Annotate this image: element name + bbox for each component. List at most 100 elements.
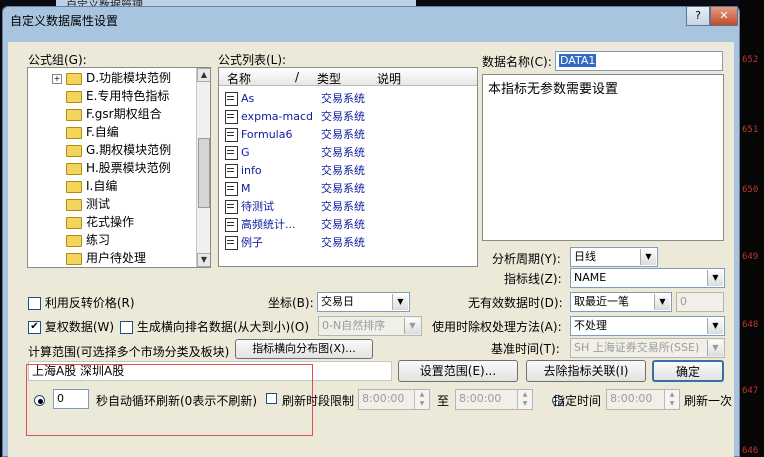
tree-item[interactable]: + D.功能模块范例 bbox=[52, 69, 171, 87]
tree-item[interactable]: F.自编 bbox=[66, 123, 119, 141]
specified-time-input[interactable]: 8:00:00 ▲ ▼ bbox=[606, 389, 680, 410]
dialog-title: 自定义数据属性设置 bbox=[10, 14, 119, 28]
indicator-line-select[interactable]: NAME ▼ bbox=[570, 268, 725, 288]
tree-item[interactable]: H.股票模块范例 bbox=[66, 159, 171, 177]
scroll-down-arrow-icon[interactable]: ▼ bbox=[197, 253, 210, 267]
tree-item-label: 练习 bbox=[86, 233, 111, 247]
to-label: 至 bbox=[437, 394, 450, 408]
tree-item-label: F.gsr期权组合 bbox=[86, 107, 162, 121]
formula-row[interactable]: M 交易系统 bbox=[225, 180, 365, 197]
spin-arrows-icon[interactable]: ▲ ▼ bbox=[517, 390, 532, 409]
ranking-label: 生成横向排名数据(从大到小)(O) bbox=[136, 320, 310, 334]
tree-item-label: F.自编 bbox=[86, 125, 119, 139]
expand-icon[interactable]: + bbox=[52, 73, 62, 84]
invalid-data-extra-value: 0 bbox=[680, 295, 687, 308]
folder-icon bbox=[66, 126, 82, 139]
specified-time-label: 指定时间 bbox=[553, 394, 602, 408]
folder-icon bbox=[66, 108, 82, 121]
tree-item[interactable]: 练习 bbox=[66, 231, 110, 249]
formula-list-label: 公式列表(L): bbox=[218, 53, 287, 67]
tree-item-label: D.功能模块范例 bbox=[86, 71, 172, 85]
ranking-checkbox[interactable] bbox=[120, 321, 133, 334]
spin-arrows-icon[interactable]: ▲ ▼ bbox=[664, 390, 679, 409]
folder-icon bbox=[66, 144, 82, 157]
formula-row[interactable]: G 交易系统 bbox=[225, 144, 365, 161]
scroll-thumb[interactable] bbox=[198, 138, 210, 208]
data-name-input[interactable]: DATA1 bbox=[555, 51, 723, 71]
exright-method-select[interactable]: 不处理 ▼ bbox=[570, 316, 725, 336]
formula-group-label: 公式组(G): bbox=[28, 53, 87, 67]
tree-item[interactable]: I.自编 bbox=[66, 177, 117, 195]
indicator-line-label: 指标线(Z): bbox=[504, 272, 562, 286]
reverse-price-checkbox[interactable] bbox=[28, 297, 41, 310]
indicator-params-panel: 本指标无参数需要设置 bbox=[482, 74, 724, 241]
calc-scope-label: 计算范围(可选择多个市场分类及板块) bbox=[28, 345, 230, 359]
column-header-desc[interactable]: 说明 bbox=[377, 70, 401, 87]
ok-button[interactable]: 确定 bbox=[652, 360, 724, 382]
formula-group-tree[interactable]: + D.功能模块范例 E.专用特色指标 F.gsr期权组合 F.自编 G.期权模块… bbox=[27, 67, 211, 268]
tree-item-label: 花式操作 bbox=[86, 215, 135, 229]
auto-refresh-label: 秒自动循环刷新(0表示不刷新) bbox=[96, 394, 257, 408]
refresh-period-checkbox[interactable] bbox=[266, 393, 277, 404]
formula-icon bbox=[225, 110, 238, 124]
refresh-from-time[interactable]: 8:00:00 ▲ ▼ bbox=[358, 389, 430, 410]
refresh-from-value: 8:00:00 bbox=[362, 392, 405, 405]
formula-row[interactable]: 例子 交易系统 bbox=[225, 234, 365, 251]
adjust-option[interactable]: ✔ 复权数据(W) bbox=[28, 318, 114, 335]
formula-icon bbox=[225, 92, 238, 106]
tree-item-label: 用户待处理 bbox=[86, 251, 147, 265]
folder-icon bbox=[66, 234, 82, 247]
tree-item[interactable]: 测试 bbox=[66, 195, 110, 213]
column-header-name[interactable]: 名称 bbox=[227, 70, 251, 87]
formula-row[interactable]: 高频统计... 交易系统 bbox=[225, 216, 365, 233]
invalid-data-label: 无有效数据时(D): bbox=[468, 296, 563, 310]
tree-item[interactable]: G.期权模块范例 bbox=[66, 141, 171, 159]
column-header-type[interactable]: 类型 bbox=[317, 70, 341, 87]
ranking-value: 0-N自然排序 bbox=[322, 319, 386, 332]
specified-time-value: 8:00:00 bbox=[610, 392, 653, 405]
chevron-down-icon[interactable]: ▼ bbox=[654, 294, 670, 310]
chevron-down-icon[interactable]: ▼ bbox=[707, 340, 723, 356]
tree-item[interactable]: E.专用特色指标 bbox=[66, 87, 169, 105]
chevron-down-icon[interactable]: ▼ bbox=[707, 270, 723, 286]
background-price-axis: 652 651 650 649 648 647 646 bbox=[740, 0, 764, 457]
tree-item[interactable]: 用户待处理 bbox=[66, 249, 146, 267]
distribution-chart-button[interactable]: 指标横向分布图(X)... bbox=[235, 339, 373, 359]
formula-icon bbox=[225, 182, 238, 196]
base-time-select[interactable]: SH 上海证券交易所(SSE) ▼ bbox=[570, 338, 725, 358]
formula-row[interactable]: 待测试 交易系统 bbox=[225, 198, 365, 215]
period-select[interactable]: 日线 ▼ bbox=[570, 247, 658, 267]
auto-refresh-radio[interactable] bbox=[34, 395, 45, 406]
formula-list[interactable]: 名称 / 类型 说明 As 交易系统 expma-macd 交易系统 Formula… bbox=[218, 67, 478, 267]
data-name-value: DATA1 bbox=[559, 54, 597, 67]
chevron-down-icon[interactable]: ▼ bbox=[640, 249, 656, 265]
tree-item[interactable]: 花式操作 bbox=[66, 213, 134, 231]
ranking-option[interactable]: 生成横向排名数据(从大到小)(O) bbox=[120, 318, 309, 335]
auto-refresh-seconds-input[interactable]: 0 bbox=[53, 389, 89, 409]
tree-item[interactable]: F.gsr期权组合 bbox=[66, 105, 162, 123]
tree-scrollbar[interactable]: ▲ ▼ bbox=[196, 68, 210, 267]
folder-icon bbox=[66, 198, 82, 211]
adjust-checkbox[interactable]: ✔ bbox=[28, 321, 41, 334]
spin-arrows-icon[interactable]: ▲ ▼ bbox=[414, 390, 429, 409]
reverse-price-option[interactable]: 利用反转价格(R) bbox=[28, 294, 135, 311]
set-range-button[interactable]: 设置范围(E)... bbox=[398, 360, 518, 382]
formula-row[interactable]: As 交易系统 bbox=[225, 90, 365, 107]
close-button[interactable]: ✕ bbox=[710, 6, 738, 26]
scroll-up-arrow-icon[interactable]: ▲ bbox=[197, 68, 210, 82]
invalid-data-extra-input[interactable]: 0 bbox=[676, 292, 724, 312]
adjust-label: 复权数据(W) bbox=[44, 320, 115, 334]
invalid-data-select[interactable]: 取最近一笔 ▼ bbox=[570, 292, 672, 312]
coordinate-select[interactable]: 交易日 ▼ bbox=[317, 292, 410, 312]
chevron-down-icon[interactable]: ▼ bbox=[707, 318, 723, 334]
formula-row[interactable]: Formula6 交易系统 bbox=[225, 126, 365, 143]
formula-row[interactable]: info 交易系统 bbox=[225, 162, 365, 179]
ranking-select[interactable]: 0-N自然排序 ▼ bbox=[318, 316, 422, 336]
chevron-down-icon[interactable]: ▼ bbox=[404, 318, 420, 334]
help-button[interactable]: ? bbox=[686, 6, 710, 26]
remove-link-button[interactable]: 去除指标关联(I) bbox=[526, 360, 646, 382]
chevron-down-icon[interactable]: ▼ bbox=[392, 294, 408, 310]
coordinate-value: 交易日 bbox=[321, 295, 354, 308]
formula-row[interactable]: expma-macd 交易系统 bbox=[225, 108, 365, 125]
refresh-to-time[interactable]: 8:00:00 ▲ ▼ bbox=[455, 389, 533, 410]
